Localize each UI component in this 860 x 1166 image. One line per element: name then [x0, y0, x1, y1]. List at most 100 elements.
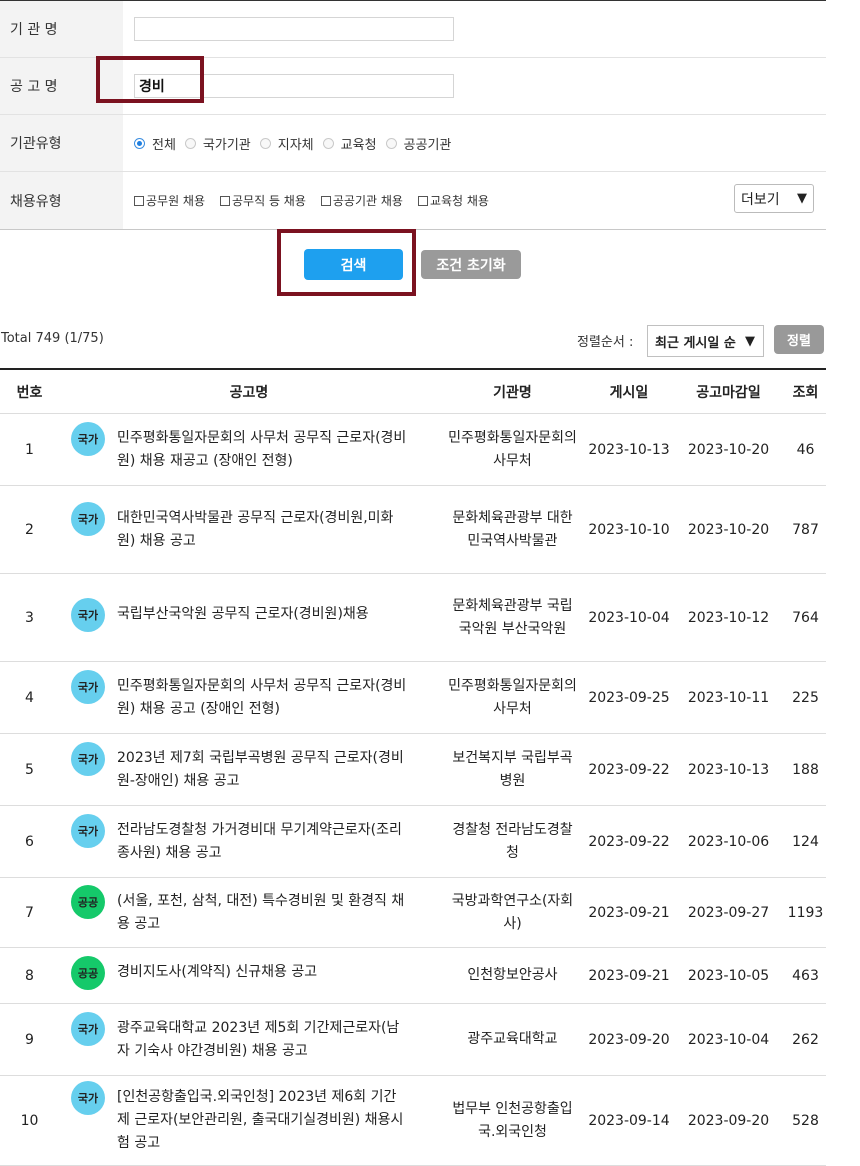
checkbox-icon[interactable] — [417, 195, 428, 206]
row-view-count: 463 — [785, 947, 826, 1004]
org-name: 경찰청 전라남도경찰청 — [452, 821, 573, 861]
checkbox-icon[interactable] — [220, 195, 231, 206]
org-type-radio-option[interactable]: 교육청 — [322, 134, 377, 153]
org-category-badge: 국가 — [71, 813, 105, 848]
row-title-cell: 공공 경비지도사(계약직) 신규채용 공고 — [59, 947, 439, 1004]
search-form: 기 관 명 공 고 명 기관유형 전체국가기관지자체교육청공공기관 채용유형 공… — [0, 1, 826, 230]
search-button-highlight — [277, 229, 416, 296]
employment-type-checkbox-option[interactable]: 교육청 채용 — [417, 192, 489, 209]
notice-title-link[interactable]: 민주평화통일자문회의 사무처 공무직 근로자(경비원) 채용 공고 (장애인 전… — [117, 675, 409, 721]
org-name: 보건복지부 국립부곡병원 — [452, 749, 573, 789]
org-type-radio-option[interactable]: 전체 — [134, 134, 176, 153]
org-type-radio-label: 교육청 — [340, 137, 377, 153]
row-title-cell: 국가 국립부산국악원 공무직 근로자(경비원)채용 — [59, 573, 439, 662]
row-deadline-date: 2023-10-11 — [672, 661, 785, 734]
col-header-org: 기관명 — [439, 369, 586, 414]
employment-type-checkbox-option[interactable]: 공무원 채용 — [134, 192, 205, 209]
row-deadline-date: 2023-09-20 — [672, 1075, 785, 1166]
org-name-label: 기 관 명 — [0, 1, 123, 57]
row-number: 6 — [0, 805, 59, 878]
row-number: 9 — [0, 1003, 59, 1076]
job-notice-table: 번호 공고명 기관명 게시일 공고마감일 조회 1 국가 민주평화통일자문회의 사무… — [0, 368, 826, 1166]
row-posted-date: 2023-10-13 — [586, 413, 672, 486]
caret-down-icon: ▼ — [745, 333, 755, 349]
org-name: 민주평화통일자문회의사무처 — [448, 677, 577, 717]
sort-button[interactable]: 정렬 — [774, 325, 824, 354]
row-posted-date: 2023-10-10 — [586, 485, 672, 574]
org-name: 문화체육관광부 대한민국역사박물관 — [452, 509, 573, 549]
row-deadline-date: 2023-09-27 — [672, 877, 785, 948]
org-name: 국방과학연구소(자회사) — [451, 892, 574, 932]
employment-type-checkbox-option[interactable]: 공무직 등 채용 — [220, 192, 306, 209]
org-type-radio-option[interactable]: 지자체 — [259, 134, 314, 153]
row-view-count: 764 — [785, 573, 826, 662]
caret-down-icon: ▼ — [797, 191, 807, 206]
row-deadline-date: 2023-10-12 — [672, 573, 785, 662]
table-header-row: 번호 공고명 기관명 게시일 공고마감일 조회 — [0, 369, 826, 414]
row-title-cell: 국가 [인천공항출입국.외국인청] 2023년 제6회 기간제 근로자(보안관리원… — [59, 1075, 439, 1166]
radio-circle-icon[interactable] — [385, 137, 397, 149]
col-header-deadline: 공고마감일 — [672, 369, 785, 414]
org-name-row: 기 관 명 — [0, 1, 826, 58]
reset-conditions-button[interactable]: 조건 초기화 — [421, 250, 521, 279]
row-number: 1 — [0, 413, 59, 486]
row-posted-date: 2023-09-22 — [586, 733, 672, 806]
table-row: 2 국가 대한민국역사박물관 공무직 근로자(경비원,미화원) 채용 공고 문화체육관… — [0, 485, 826, 574]
employment-type-label: 공무원 채용 — [146, 194, 206, 208]
title-input-highlight — [96, 56, 204, 103]
row-org-cell: 광주교육대학교 — [439, 1003, 586, 1076]
row-title-cell: 국가 2023년 제7회 국립부곡병원 공무직 근로자(경비원-장애인) 채용 공… — [59, 733, 439, 806]
row-deadline-date: 2023-10-06 — [672, 805, 785, 878]
employment-type-checks: 공무원 채용 공무직 등 채용 공공기관 채용 교육청 채용 — [134, 192, 504, 209]
notice-title-link[interactable]: 국립부산국악원 공무직 근로자(경비원)채용 — [117, 603, 369, 626]
org-name-input[interactable] — [134, 17, 454, 41]
employment-type-label: 공무직 등 채용 — [232, 194, 306, 208]
org-type-radio-option[interactable]: 국가기관 — [184, 134, 251, 153]
col-header-posted: 게시일 — [586, 369, 672, 414]
radio-circle-icon[interactable] — [184, 137, 196, 149]
row-view-count: 1193 — [785, 877, 826, 948]
checkbox-icon[interactable] — [134, 195, 144, 206]
row-title-cell: 국가 민주평화통일자문회의 사무처 공무직 근로자(경비원) 채용 재공고 (장애… — [59, 413, 439, 486]
notice-title-link[interactable]: 2023년 제7회 국립부곡병원 공무직 근로자(경비원-장애인) 채용 공고 — [117, 747, 409, 793]
notice-title-link[interactable]: 민주평화통일자문회의 사무처 공무직 근로자(경비원) 채용 재공고 (장애인 … — [117, 427, 409, 473]
radio-circle-icon[interactable] — [259, 137, 271, 149]
org-category-badge: 국가 — [71, 1011, 105, 1046]
sort-order-select[interactable]: 최근 게시일 순 ▼ — [647, 325, 764, 357]
row-org-cell: 인천항보안공사 — [439, 947, 586, 1004]
org-category-badge: 국가 — [71, 598, 105, 632]
org-category-badge: 국가 — [71, 669, 105, 704]
checkbox-icon[interactable] — [320, 195, 331, 206]
row-posted-date: 2023-10-04 — [586, 573, 672, 662]
row-org-cell: 경찰청 전라남도경찰청 — [439, 805, 586, 878]
org-type-label: 기관유형 — [0, 115, 123, 171]
row-view-count: 188 — [785, 733, 826, 806]
table-row: 4 국가 민주평화통일자문회의 사무처 공무직 근로자(경비원) 채용 공고 (장애… — [0, 661, 826, 734]
notice-title-link[interactable]: 광주교육대학교 2023년 제5회 기간제근로자(남자 기숙사 야간경비원) 채… — [117, 1017, 409, 1063]
notice-title-link[interactable]: (서울, 포천, 삼척, 대전) 특수경비원 및 환경직 채용 공고 — [117, 890, 409, 936]
notice-title-link[interactable]: 전라남도경찰청 가거경비대 무기계약근로자(조리종사원) 채용 공고 — [117, 819, 409, 865]
row-view-count: 124 — [785, 805, 826, 878]
employment-type-checkbox-option[interactable]: 공공기관 채용 — [320, 192, 403, 209]
row-org-cell: 국방과학연구소(자회사) — [439, 877, 586, 948]
row-number: 5 — [0, 733, 59, 806]
table-row: 5 국가 2023년 제7회 국립부곡병원 공무직 근로자(경비원-장애인) 채용 … — [0, 733, 826, 806]
more-dropdown[interactable]: 더보기 ▼ — [734, 184, 814, 213]
notice-title-link[interactable]: [인천공항출입국.외국인청] 2023년 제6회 기간제 근로자(보안관리원, … — [117, 1086, 409, 1155]
radio-circle-icon[interactable] — [134, 137, 145, 149]
notice-title-link[interactable]: 대한민국역사박물관 공무직 근로자(경비원,미화원) 채용 공고 — [117, 507, 409, 553]
employment-type-row: 채용유형 공무원 채용 공무직 등 채용 공공기관 채용 교육청 채용 더보기 ▼ — [0, 172, 826, 230]
radio-circle-icon[interactable] — [322, 137, 334, 149]
row-org-cell: 법무부 인천공항출입국.외국인청 — [439, 1075, 586, 1166]
org-category-badge: 공공 — [71, 884, 105, 919]
org-category-badge: 국가 — [71, 421, 105, 456]
org-type-radio-option[interactable]: 공공기관 — [385, 134, 451, 153]
table-row: 3 국가 국립부산국악원 공무직 근로자(경비원)채용 문화체육관광부 국립국악원 부… — [0, 573, 826, 662]
org-name: 법무부 인천공항출입국.외국인청 — [452, 1100, 573, 1140]
col-header-no: 번호 — [0, 369, 59, 414]
table-row: 8 공공 경비지도사(계약직) 신규채용 공고 인천항보안공사 2023-09-21 20… — [0, 947, 826, 1004]
row-org-cell: 문화체육관광부 국립국악원 부산국악원 — [439, 573, 586, 662]
sort-order-label: 정렬순서 : — [577, 335, 634, 350]
row-org-cell: 보건복지부 국립부곡병원 — [439, 733, 586, 806]
notice-title-link[interactable]: 경비지도사(계약직) 신규채용 공고 — [117, 961, 317, 984]
